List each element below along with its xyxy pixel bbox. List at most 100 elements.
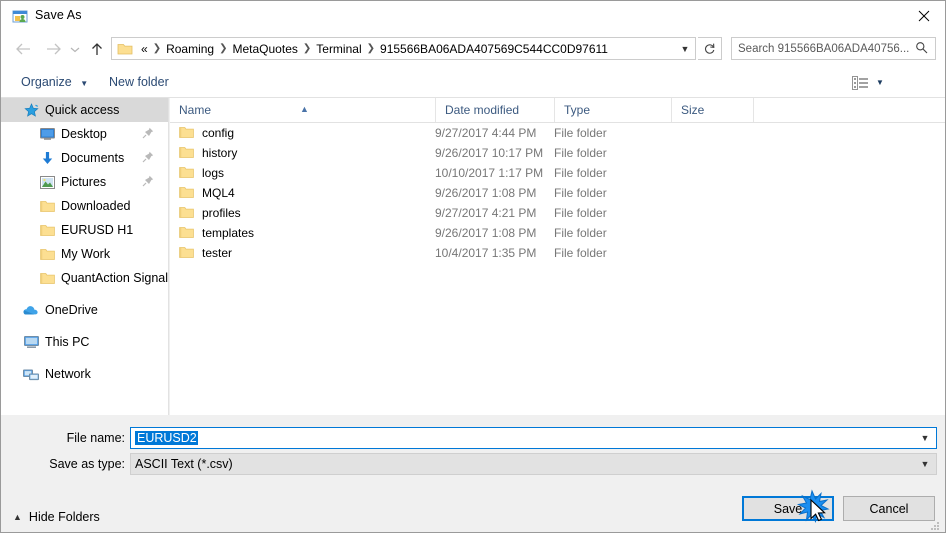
save-as-dialog: Save As « ❯ Roaming ❯ MetaQuotes ❯ Termi… — [0, 0, 946, 533]
file-list-pane: Name ▲ Date modified Type Size config 9/2… — [170, 98, 945, 415]
cell-type: File folder — [554, 126, 607, 140]
save-as-type-select[interactable]: ASCII Text (*.csv) ▼ — [130, 453, 937, 475]
table-row[interactable]: templates 9/26/2017 1:08 PM File folder — [170, 223, 945, 243]
breadcrumb-item-instance[interactable]: 915566BA06ADA407569C544CC0D97611 — [376, 42, 612, 56]
folder-icon — [117, 42, 133, 56]
sidebar-item-quick-access[interactable]: Quick access — [1, 98, 168, 122]
table-row[interactable]: history 9/26/2017 10:17 PM File folder — [170, 143, 945, 163]
save-as-type-label: Save as type: — [49, 457, 125, 471]
sidebar-item-eurusd-h1[interactable]: EURUSD H1 — [1, 218, 168, 242]
cell-date: 10/4/2017 1:35 PM — [435, 246, 537, 260]
cancel-button[interactable]: Cancel — [843, 496, 935, 521]
cell-name: MQL4 — [202, 186, 235, 200]
file-name-input[interactable]: EURUSD2 ▼ — [130, 427, 937, 449]
folder-icon — [179, 166, 194, 180]
search-icon — [915, 41, 935, 57]
sidebar-item-this-pc[interactable]: This PC — [1, 330, 168, 354]
sidebar-item-my-work[interactable]: My Work — [1, 242, 168, 266]
cell-name: templates — [202, 226, 255, 240]
sidebar-item-label: Desktop — [61, 127, 107, 141]
table-row[interactable]: MQL4 9/26/2017 1:08 PM File folder — [170, 183, 945, 203]
file-name-label: File name: — [66, 431, 125, 445]
cell-name: profiles — [202, 206, 241, 220]
chevron-down-icon[interactable]: ▼ — [675, 44, 695, 54]
sidebar-item-label: This PC — [45, 335, 90, 349]
star-icon — [23, 102, 39, 118]
address-bar[interactable]: « ❯ Roaming ❯ MetaQuotes ❯ Terminal ❯ 91… — [111, 37, 696, 60]
sidebar-item-downloaded[interactable]: Downloaded — [1, 194, 168, 218]
save-as-type-value: ASCII Text (*.csv) — [135, 457, 233, 471]
resize-grip-icon[interactable] — [930, 520, 940, 530]
sidebar-item-quantaction-signal[interactable]: QuantAction Signal — [1, 266, 168, 290]
folder-icon — [179, 206, 194, 220]
cell-date: 9/27/2017 4:21 PM — [435, 206, 537, 220]
pin-icon[interactable] — [142, 151, 154, 163]
column-header-type[interactable]: Type — [554, 98, 671, 122]
refresh-icon[interactable] — [698, 37, 722, 60]
cell-date: 9/26/2017 10:17 PM — [435, 146, 544, 160]
cancel-button-label: Cancel — [869, 501, 909, 516]
breadcrumb-item-metaquotes[interactable]: MetaQuotes — [229, 42, 302, 56]
picture-icon — [39, 174, 55, 190]
new-folder-button[interactable]: New folder — [103, 72, 175, 93]
folder-icon — [39, 270, 55, 286]
chevron-down-icon[interactable]: ▼ — [914, 433, 936, 443]
computer-icon — [23, 334, 39, 350]
cell-name: tester — [202, 246, 233, 260]
pin-icon[interactable] — [142, 127, 154, 139]
cell-type: File folder — [554, 246, 607, 260]
table-row[interactable]: logs 10/10/2017 1:17 PM File folder — [170, 163, 945, 183]
table-row[interactable]: tester 10/4/2017 1:35 PM File folder — [170, 243, 945, 263]
table-row[interactable]: config 9/27/2017 4:44 PM File folder — [170, 123, 945, 143]
cell-name: history — [202, 146, 238, 160]
chevron-down-icon[interactable]: ▼ — [914, 459, 936, 469]
cell-type: File folder — [554, 166, 607, 180]
pin-icon[interactable] — [142, 175, 154, 187]
breadcrumb-separator-icon: ❯ — [366, 43, 376, 54]
column-label: Size — [681, 103, 705, 117]
cell-type: File folder — [554, 186, 607, 200]
breadcrumb-overflow[interactable]: « — [137, 42, 152, 56]
breadcrumb-item-terminal[interactable]: Terminal — [312, 42, 365, 56]
organize-button[interactable]: Organize ▼ — [15, 72, 94, 93]
file-name-value: EURUSD2 — [131, 431, 914, 445]
table-row[interactable]: profiles 9/27/2017 4:21 PM File folder — [170, 203, 945, 223]
caret-up-icon: ▲ — [300, 104, 309, 114]
column-header-name[interactable]: Name ▲ — [170, 98, 435, 122]
hide-folders-label: Hide Folders — [28, 510, 100, 524]
cell-name: config — [202, 126, 235, 140]
sidebar-item-network[interactable]: Network — [1, 362, 168, 386]
sidebar-item-label: EURUSD H1 — [61, 223, 134, 237]
sidebar-item-label: Quick access — [45, 103, 120, 117]
forward-arrow-icon[interactable] — [41, 38, 65, 60]
caret-up-icon: ▲ — [13, 512, 22, 522]
search-placeholder: Search 915566BA06ADA40756... — [738, 42, 910, 55]
nav-separator — [1, 322, 168, 330]
sidebar-item-documents[interactable]: Documents — [1, 146, 168, 170]
column-label: Date modified — [445, 103, 520, 117]
close-icon[interactable] — [901, 1, 945, 31]
search-input[interactable]: Search 915566BA06ADA40756... — [731, 37, 936, 60]
chevron-down-icon[interactable] — [67, 38, 83, 60]
folder-icon — [179, 186, 194, 200]
sidebar-item-label: OneDrive — [45, 303, 98, 317]
breadcrumb-item-roaming[interactable]: Roaming — [162, 42, 218, 56]
back-arrow-icon[interactable] — [11, 38, 35, 60]
nav-separator — [1, 290, 168, 298]
sidebar-item-pictures[interactable]: Pictures — [1, 170, 168, 194]
hide-folders-button[interactable]: ▲ Hide Folders — [13, 510, 100, 524]
save-button[interactable]: Save — [742, 496, 834, 521]
cell-name: logs — [202, 166, 225, 180]
chevron-down-icon[interactable]: ▼ — [873, 72, 887, 93]
file-name-selected-text: EURUSD2 — [135, 431, 198, 445]
view-layout-icon[interactable] — [849, 72, 871, 93]
sidebar-item-onedrive[interactable]: OneDrive — [1, 298, 168, 322]
sidebar-item-label: My Work — [61, 247, 111, 261]
cell-date: 9/26/2017 1:08 PM — [435, 186, 537, 200]
up-arrow-icon[interactable] — [85, 38, 109, 60]
column-header-date-modified[interactable]: Date modified — [435, 98, 554, 122]
sidebar-item-desktop[interactable]: Desktop — [1, 122, 168, 146]
column-header-size[interactable]: Size — [671, 98, 753, 122]
save-as-icon — [12, 9, 28, 25]
cell-date: 9/26/2017 1:08 PM — [435, 226, 537, 240]
